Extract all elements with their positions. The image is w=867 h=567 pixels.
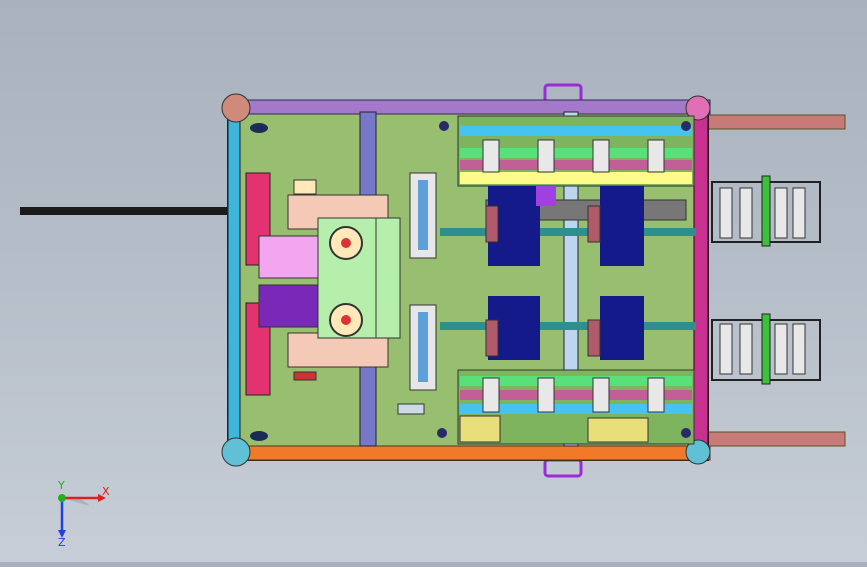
frame-left [227,101,241,461]
cad-viewport[interactable] [0,0,867,562]
mount-slot [250,123,268,133]
knob [437,428,447,438]
bottom-handle [543,458,583,478]
knob [681,121,691,131]
knob [681,428,691,438]
knob [439,121,449,131]
y-axis-dot [58,494,66,502]
drive-shaft [20,207,235,215]
assembly-model[interactable] [0,0,867,562]
frame-bottom [229,445,711,461]
frame-right [693,101,709,461]
x-axis-label: X [102,485,110,498]
corner-wheel-bl [221,437,251,467]
corner-wheel-tl [221,93,251,123]
bracket [397,403,425,415]
roller-bracket-lower [711,313,821,385]
z-axis-label: Z [58,536,66,548]
roller-bracket-upper [711,175,821,247]
right-rail-top [704,114,846,130]
mount-slot [250,431,268,441]
frame-top [229,99,711,115]
orientation-triad[interactable]: X Y Z [40,478,120,549]
right-rail-bottom [704,431,846,447]
y-axis-label: Y [57,479,65,492]
